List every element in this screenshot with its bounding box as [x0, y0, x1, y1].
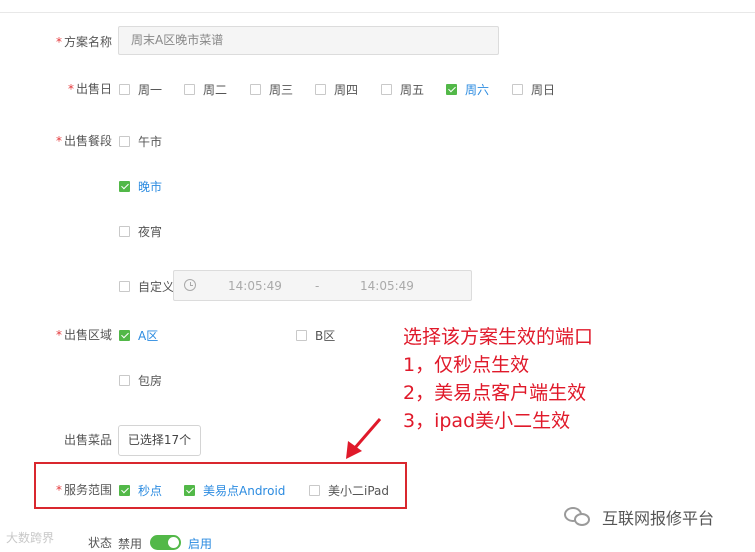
checkbox-box[interactable] — [184, 83, 195, 95]
custom-time-range-picker[interactable]: 14:05:49 - 14:05:49 — [173, 270, 472, 301]
required-mark: * — [55, 35, 62, 49]
scope-meiyidian-android-checkbox[interactable]: 美易点Android — [184, 482, 285, 498]
checkbox-box[interactable] — [315, 83, 326, 95]
checkbox-box[interactable] — [119, 180, 130, 192]
area-b-checkbox[interactable]: B区 — [296, 327, 335, 343]
plan-name-label: * 方案名称 — [55, 35, 112, 49]
dishes-label: 出售菜品 — [63, 433, 112, 447]
checkbox-box[interactable] — [119, 329, 130, 341]
sale-day-sun-checkbox[interactable]: 周日 — [512, 81, 555, 97]
top-divider — [0, 12, 755, 13]
sale-day-wed-checkbox[interactable]: 周三 — [250, 81, 293, 97]
scope-meixiaoer-ipad-checkbox[interactable]: 美小二iPad — [309, 482, 389, 498]
scope-miaodian-checkbox[interactable]: 秒点 — [119, 482, 162, 498]
time-start[interactable]: 14:05:49 — [228, 279, 282, 293]
annotation-line: 1，仅秒点生效 — [403, 354, 530, 376]
annotation-arrow-icon — [346, 418, 382, 459]
status-on-text: 启用 — [188, 537, 213, 551]
meal-lunch-checkbox[interactable]: 午市 — [119, 133, 162, 149]
checkbox-box[interactable] — [446, 83, 457, 95]
area-private-room-checkbox[interactable]: 包房 — [119, 372, 162, 388]
required-mark: * — [55, 328, 62, 342]
sale-day-thu-checkbox[interactable]: 周四 — [315, 81, 358, 97]
status-toggle[interactable] — [150, 535, 181, 550]
meal-dinner-checkbox[interactable]: 晚市 — [119, 178, 162, 194]
meal-custom-checkbox[interactable]: 自定义 — [119, 278, 174, 294]
wechat-icon — [564, 505, 594, 529]
checkbox-box[interactable] — [119, 280, 130, 292]
selected-dishes-button[interactable]: 已选择17个 — [118, 425, 201, 456]
checkbox-box[interactable] — [381, 83, 392, 95]
checkbox-box[interactable] — [512, 83, 523, 95]
time-end[interactable]: 14:05:49 — [360, 279, 414, 293]
checkbox-box[interactable] — [119, 83, 130, 95]
time-separator: - — [315, 279, 320, 293]
annotation-line: 3，ipad美小二生效 — [403, 410, 571, 432]
watermark-left: 大数跨界 — [6, 531, 55, 545]
meal-period-label: * 出售餐段 — [55, 134, 112, 148]
watermark-right: 互联网报修平台 — [564, 505, 714, 529]
sale-day-sat-checkbox[interactable]: 周六 — [446, 81, 489, 97]
annotation-line: 选择该方案生效的端口 — [403, 326, 594, 348]
required-mark: * — [67, 82, 74, 96]
checkbox-box[interactable] — [296, 329, 307, 341]
checkbox-box[interactable] — [250, 83, 261, 95]
sale-day-mon-checkbox[interactable]: 周一 — [119, 81, 162, 97]
checkbox-box[interactable] — [119, 484, 130, 496]
required-mark: * — [55, 483, 62, 497]
checkbox-box[interactable] — [119, 225, 130, 237]
sale-day-label: * 出售日 — [67, 82, 112, 96]
service-scope-label: * 服务范围 — [55, 483, 112, 497]
status-off-text: 禁用 — [118, 537, 143, 551]
area-a-checkbox[interactable]: A区 — [119, 327, 158, 343]
plan-name-input[interactable]: 周末A区晚市菜谱 — [118, 26, 499, 55]
checkbox-box[interactable] — [309, 484, 320, 496]
clock-icon — [184, 279, 196, 291]
checkbox-box[interactable] — [184, 484, 195, 496]
checkbox-box[interactable] — [119, 135, 130, 147]
required-mark: * — [55, 134, 62, 148]
annotation-text: 选择该方案生效的端口 1，仅秒点生效 2，美易点客户端生效 3，ipad美小二生… — [403, 323, 593, 435]
checkbox-box[interactable] — [119, 374, 130, 386]
sale-day-tue-checkbox[interactable]: 周二 — [184, 81, 227, 97]
sale-day-fri-checkbox[interactable]: 周五 — [381, 81, 424, 97]
area-label: * 出售区域 — [55, 328, 112, 342]
meal-late-night-checkbox[interactable]: 夜宵 — [119, 223, 162, 239]
annotation-line: 2，美易点客户端生效 — [403, 382, 587, 404]
